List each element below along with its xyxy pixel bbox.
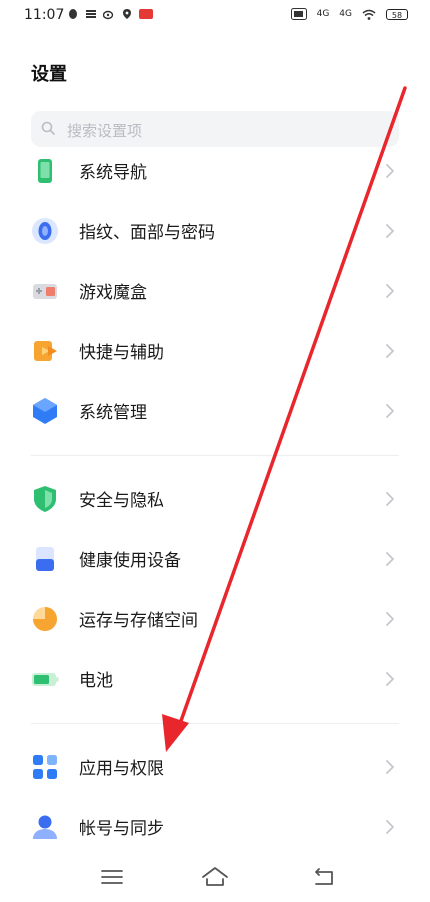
settings-item-label: 安全与隐私 [79, 491, 164, 511]
settings-item-label: 快捷与辅助 [79, 343, 164, 363]
search-icon [41, 121, 55, 135]
network-label-1: 4G [316, 9, 330, 19]
chevron-right-icon [386, 612, 394, 626]
app-badge-icon [139, 9, 153, 19]
back-icon[interactable] [310, 864, 340, 890]
chevron-right-icon [386, 284, 394, 298]
network-label-2: 4G [339, 9, 352, 19]
weibo-icon [103, 10, 114, 20]
status-bar: 11:07 4G 4G 58 [0, 0, 430, 32]
chevron-right-icon [386, 820, 394, 834]
settings-item-fingerprint-face-password[interactable]: 指纹、面部与密码 [0, 201, 430, 261]
hd-icon [290, 8, 307, 20]
navigation-bar [0, 856, 430, 902]
chevron-right-icon [386, 552, 394, 566]
chevron-right-icon [386, 492, 394, 506]
settings-item-label: 应用与权限 [79, 759, 164, 779]
chevron-right-icon [386, 760, 394, 774]
settings-item-system-management[interactable]: 系统管理 [0, 381, 430, 441]
status-notification-icons [67, 8, 153, 20]
chevron-right-icon [386, 224, 394, 238]
settings-item-security-privacy[interactable]: 安全与隐私 [0, 469, 430, 529]
chevron-right-icon [386, 344, 394, 358]
game-box-icon [33, 284, 57, 299]
settings-item-label: 系统管理 [79, 403, 147, 423]
location-icon [123, 9, 131, 19]
system-hexagon-icon [33, 398, 57, 424]
wifi-icon [362, 9, 376, 20]
apps-grid-icon [33, 755, 57, 779]
settings-item-ram-storage[interactable]: 运存与存储空间 [0, 589, 430, 649]
settings-item-label: 健康使用设备 [79, 551, 181, 571]
shortcut-icon [34, 341, 57, 361]
fingerprint-icon [32, 218, 58, 244]
search-placeholder: 搜索设置项 [67, 122, 143, 140]
hourglass-icon [36, 547, 54, 571]
stack-icon [86, 10, 96, 18]
chevron-right-icon [386, 672, 394, 686]
settings-item-label: 指纹、面部与密码 [79, 223, 215, 243]
home-icon[interactable] [200, 864, 230, 890]
settings-item-account-sync[interactable]: 帐号与同步 [0, 797, 430, 857]
settings-item-game-box[interactable]: 游戏魔盒 [0, 261, 430, 321]
settings-item-battery[interactable]: 电池 [0, 649, 430, 709]
settings-item-label: 帐号与同步 [79, 819, 164, 839]
account-icon [33, 815, 57, 839]
status-right-icons: 4G 4G 58 [290, 8, 408, 20]
qq-icon [69, 9, 77, 19]
settings-item-healthy-device-use[interactable]: 健康使用设备 [0, 529, 430, 589]
section-divider [31, 455, 399, 456]
pie-chart-icon [33, 607, 57, 631]
settings-item-apps-permissions[interactable]: 应用与权限 [0, 737, 430, 797]
settings-item-shortcut-assist[interactable]: 快捷与辅助 [0, 321, 430, 381]
status-time: 11:07 [24, 7, 65, 23]
menu-icon[interactable] [97, 864, 127, 890]
settings-item-label: 游戏魔盒 [79, 283, 147, 303]
settings-item-label: 系统导航 [79, 163, 147, 183]
chevron-right-icon [386, 404, 394, 418]
page-title: 设置 [31, 64, 67, 85]
settings-item-system-navigation[interactable]: 系统导航 [0, 141, 430, 201]
chevron-right-icon [386, 164, 394, 178]
section-divider [31, 723, 399, 724]
phone-icon [38, 159, 52, 183]
settings-item-label: 电池 [79, 671, 113, 691]
battery-icon [32, 673, 59, 686]
shield-icon [34, 486, 56, 512]
battery-indicator: 58 [386, 8, 408, 20]
settings-item-label: 运存与存储空间 [79, 611, 198, 631]
